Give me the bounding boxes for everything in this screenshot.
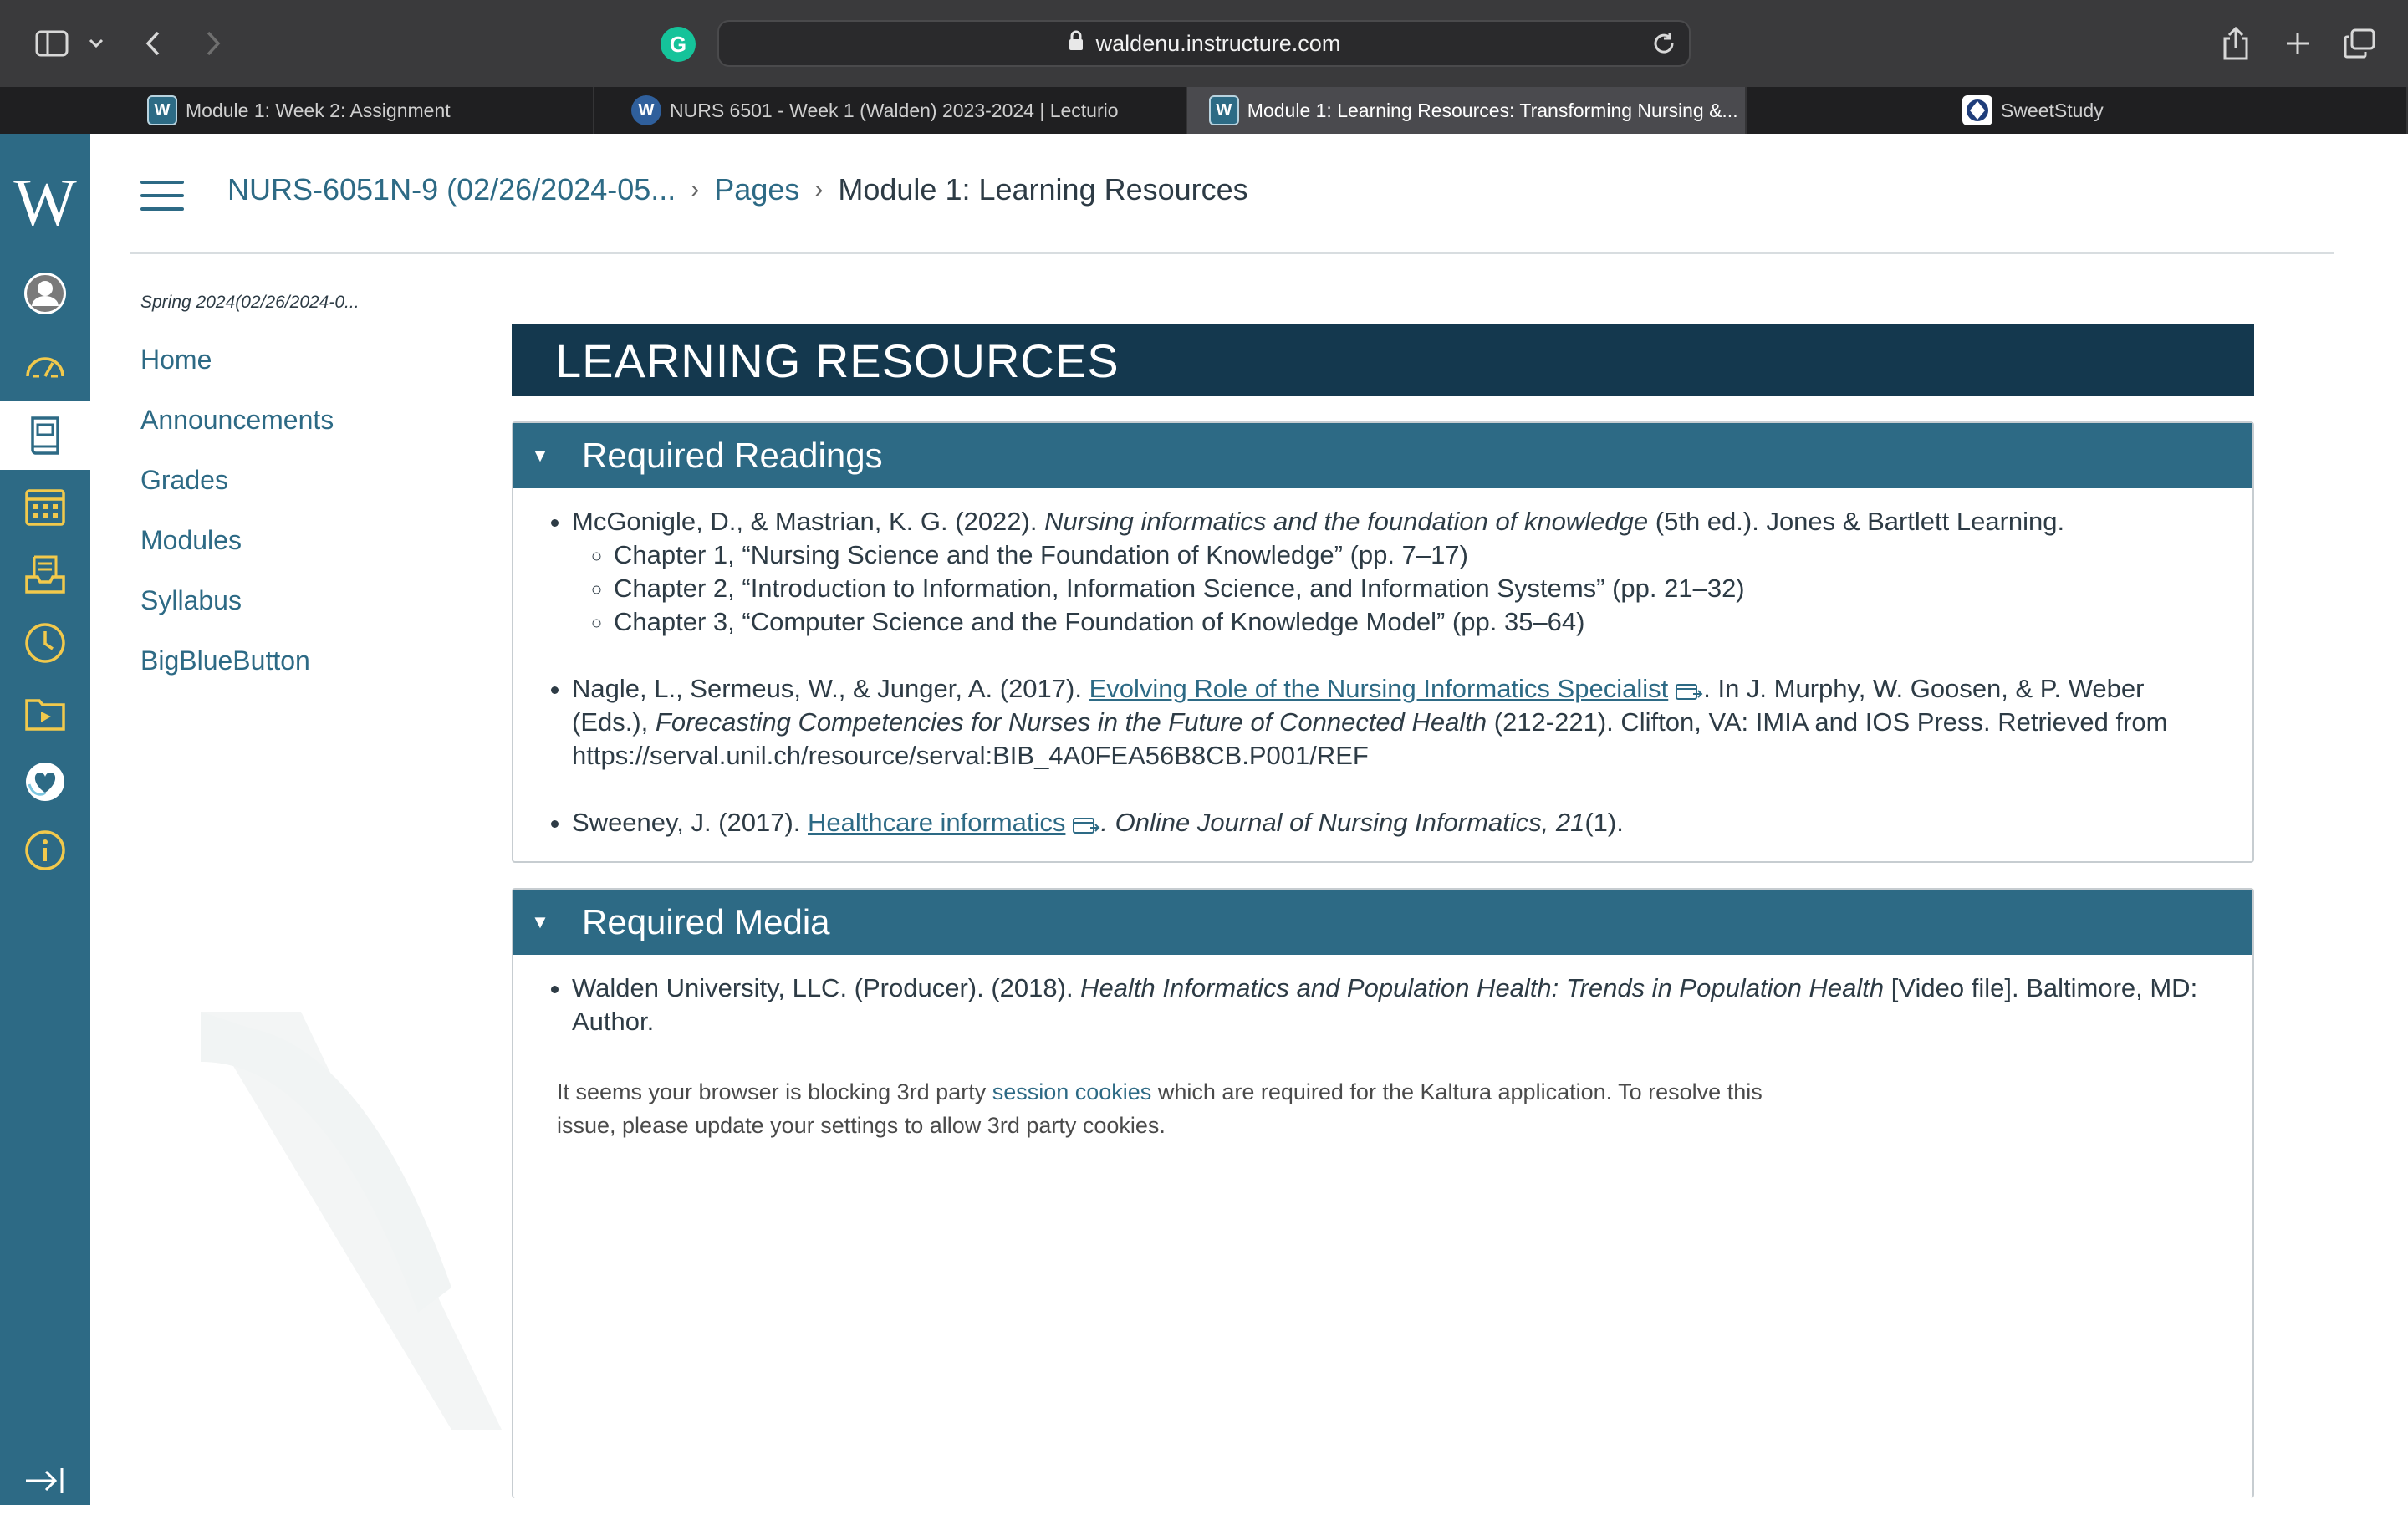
browser-tab[interactable]: W Module 1: Week 2: Assignment bbox=[0, 87, 594, 134]
chapter-item: Chapter 1, “Nursing Science and the Foun… bbox=[614, 538, 2227, 572]
sidebar-toggle-icon[interactable] bbox=[30, 18, 74, 69]
citation-authors: Sweeney, J. (2017). bbox=[572, 808, 809, 837]
list-item: Sweeney, J. (2017). Healthcare informati… bbox=[572, 806, 2227, 839]
required-readings-header[interactable]: ▼ Required Readings bbox=[513, 423, 2252, 488]
browser-tab-active[interactable]: W Module 1: Learning Resources: Transfor… bbox=[1186, 87, 1747, 134]
readings-list: McGonigle, D., & Mastrian, K. G. (2022).… bbox=[513, 488, 2252, 861]
tab-title: SweetStudy bbox=[2000, 99, 2104, 121]
grammarly-icon[interactable]: G bbox=[661, 27, 696, 62]
back-icon[interactable] bbox=[140, 18, 166, 69]
chevron-right-icon: › bbox=[691, 176, 700, 203]
reload-icon[interactable] bbox=[1650, 30, 1677, 63]
help-icon[interactable] bbox=[0, 816, 90, 885]
global-navigation: W bbox=[0, 134, 90, 1505]
citation-title: Forecasting Competencies for Nurses in t… bbox=[655, 707, 1487, 737]
term-label: Spring 2024(02/26/2024-0... bbox=[140, 293, 360, 312]
courses-icon[interactable] bbox=[0, 401, 90, 470]
caret-down-icon: ▼ bbox=[531, 911, 549, 932]
calendar-icon[interactable] bbox=[0, 472, 90, 540]
kaltura-cookie-message: It seems your browser is blocking 3rd pa… bbox=[538, 1075, 1776, 1142]
page-header: NURS-6051N-9 (02/26/2024-05... › Pages ›… bbox=[130, 134, 2334, 254]
url-text: waldenu.instructure.com bbox=[1095, 30, 1341, 56]
hamburger-menu-icon[interactable] bbox=[140, 181, 184, 211]
external-link-icon[interactable] bbox=[1675, 681, 1703, 701]
page-content: LEARNING RESOURCES ▼ Required Readings M… bbox=[512, 324, 2254, 1498]
message-text: It seems your browser is blocking 3rd pa… bbox=[557, 1079, 992, 1104]
healthcare-informatics-link[interactable]: Healthcare informatics bbox=[808, 808, 1065, 837]
citation-authors: Nagle, L., Sermeus, W., & Junger, A. (20… bbox=[572, 674, 1089, 703]
browser-tab[interactable]: SweetStudy bbox=[1747, 87, 2408, 134]
citation-journal: . Online Journal of Nursing Informatics,… bbox=[1100, 808, 1585, 837]
chapter-item: Chapter 2, “Introduction to Information,… bbox=[614, 572, 2227, 605]
section-title: Required Readings bbox=[582, 436, 883, 475]
studio-icon[interactable] bbox=[0, 679, 90, 747]
citation-rest: (5th ed.). Jones & Bartlett Learning. bbox=[1648, 507, 2065, 536]
browser-toolbar: G waldenu.instructure.com bbox=[0, 0, 2408, 87]
tab-title: Module 1: Week 2: Assignment bbox=[186, 99, 451, 121]
course-navigation: Spring 2024(02/26/2024-0... Home Announc… bbox=[140, 293, 492, 704]
new-tab-icon[interactable] bbox=[2279, 18, 2316, 69]
course-nav-modules[interactable]: Modules bbox=[140, 523, 492, 584]
breadcrumb-current: Module 1: Learning Resources bbox=[838, 172, 1248, 207]
caret-down-icon: ▼ bbox=[531, 445, 549, 466]
chevron-down-icon[interactable] bbox=[84, 18, 109, 69]
citation-authors: McGonigle, D., & Mastrian, K. G. (2022). bbox=[572, 507, 1045, 536]
list-item: Nagle, L., Sermeus, W., & Junger, A. (20… bbox=[572, 672, 2227, 773]
wellness-icon[interactable] bbox=[0, 747, 90, 816]
citation-title: Health Informatics and Population Health… bbox=[1080, 973, 1885, 1002]
session-cookies-link[interactable]: session cookies bbox=[992, 1079, 1152, 1104]
citation-authors: Walden University, LLC. (Producer). (201… bbox=[572, 973, 1081, 1002]
citation-rest: (1). bbox=[1584, 808, 1624, 837]
section-title: Required Media bbox=[582, 902, 830, 941]
list-item: Walden University, LLC. (Producer). (201… bbox=[572, 972, 2227, 1038]
inbox-icon[interactable] bbox=[0, 540, 90, 609]
browser-tab[interactable]: W NURS 6501 - Week 1 (Walden) 2023-2024 … bbox=[594, 87, 1187, 134]
course-nav-home[interactable]: Home bbox=[140, 343, 492, 403]
course-nav-grades[interactable]: Grades bbox=[140, 463, 492, 523]
sweetstudy-icon bbox=[1962, 95, 1992, 125]
walden-w-icon: W bbox=[147, 95, 177, 125]
tab-title: Module 1: Learning Resources: Transformi… bbox=[1247, 99, 1738, 121]
share-icon[interactable] bbox=[2217, 18, 2254, 69]
dashboard-icon[interactable] bbox=[0, 333, 90, 401]
walden-w-icon: W bbox=[1208, 95, 1239, 125]
course-nav-syllabus[interactable]: Syllabus bbox=[140, 584, 492, 644]
external-link-icon[interactable] bbox=[1072, 814, 1100, 834]
tab-strip: W Module 1: Week 2: Assignment W NURS 65… bbox=[0, 87, 2408, 134]
background-watermark bbox=[201, 1012, 502, 1430]
list-item: McGonigle, D., & Mastrian, K. G. (2022).… bbox=[572, 505, 2227, 639]
tab-title: NURS 6501 - Week 1 (Walden) 2023-2024 | … bbox=[670, 99, 1119, 121]
media-list: Walden University, LLC. (Producer). (201… bbox=[513, 955, 2252, 1164]
required-media-section: ▼ Required Media Walden University, LLC.… bbox=[512, 888, 2254, 1498]
evolving-role-link[interactable]: Evolving Role of the Nursing Informatics… bbox=[1089, 674, 1669, 703]
chapter-item: Chapter 3, “Computer Science and the Fou… bbox=[614, 605, 2227, 639]
forward-icon[interactable] bbox=[201, 18, 226, 69]
chevron-right-icon: › bbox=[814, 176, 824, 203]
required-media-header[interactable]: ▼ Required Media bbox=[513, 890, 2252, 955]
breadcrumb-course-link[interactable]: NURS-6051N-9 (02/26/2024-05... bbox=[227, 172, 676, 207]
lock-icon bbox=[1068, 30, 1084, 58]
page-title: LEARNING RESOURCES bbox=[512, 324, 2254, 396]
history-icon[interactable] bbox=[0, 609, 90, 677]
address-bar[interactable]: waldenu.instructure.com bbox=[717, 20, 1691, 67]
required-readings-section: ▼ Required Readings McGonigle, D., & Mas… bbox=[512, 421, 2254, 863]
tab-overview-icon[interactable] bbox=[2341, 18, 2378, 69]
breadcrumb-pages-link[interactable]: Pages bbox=[714, 172, 799, 207]
course-nav-bigbluebutton[interactable]: BigBlueButton bbox=[140, 644, 492, 704]
lecturio-icon: W bbox=[631, 95, 661, 125]
breadcrumb: NURS-6051N-9 (02/26/2024-05... › Pages ›… bbox=[227, 172, 1248, 207]
course-nav-announcements[interactable]: Announcements bbox=[140, 403, 492, 463]
citation-title: Nursing informatics and the foundation o… bbox=[1044, 507, 1649, 536]
walden-logo[interactable]: W bbox=[0, 157, 90, 249]
account-icon[interactable] bbox=[0, 259, 90, 328]
